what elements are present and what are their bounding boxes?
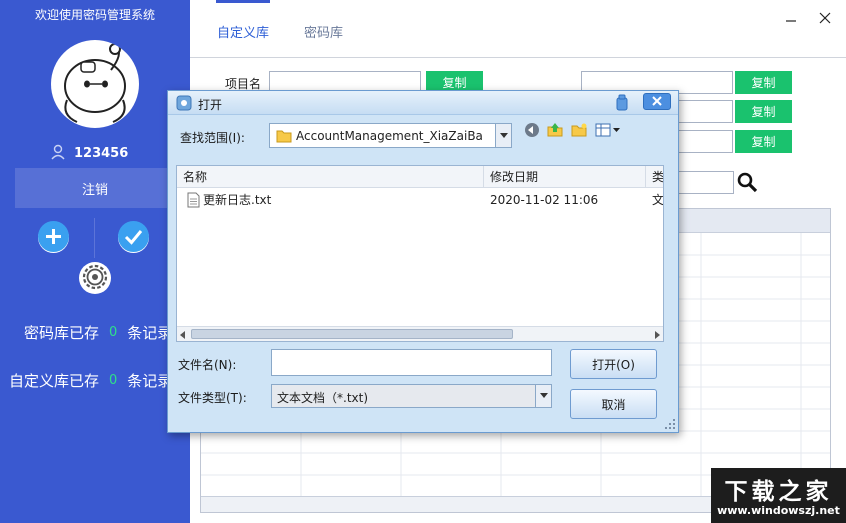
dialog-title: 打开 <box>198 98 223 112</box>
logout-button[interactable]: 注销 <box>15 168 175 208</box>
plus-icon <box>38 220 69 255</box>
filetype-select[interactable]: 文本文档（*.txt) <box>271 384 552 408</box>
sidebar-divider <box>94 218 95 258</box>
gear-icon <box>81 263 109 294</box>
column-header-type[interactable]: 类型 <box>646 166 663 188</box>
back-button[interactable] <box>523 122 541 140</box>
minimize-icon <box>785 12 797 27</box>
search-icon <box>736 172 758 196</box>
look-in-value: AccountManagement_XiaZaiBa <box>296 129 483 143</box>
robot-avatar-icon <box>51 40 139 128</box>
stat-count: 0 <box>109 372 118 388</box>
scroll-thumb[interactable] <box>191 329 513 339</box>
chevron-down-icon <box>495 124 511 147</box>
up-folder-button[interactable] <box>546 122 564 140</box>
search-button[interactable] <box>736 171 758 193</box>
watermark-title: 下载之家 <box>724 478 833 505</box>
active-tab-indicator <box>216 0 270 3</box>
check-icon <box>118 220 149 255</box>
file-row[interactable]: 更新日志.txt 2020-11-02 11:06 文本文档 <box>177 189 663 211</box>
sidebar: 欢迎使用密码管理系统 123456 注销 密码库已存 0 条记录 自定义库已存 … <box>0 0 190 523</box>
filename-input[interactable] <box>271 349 552 376</box>
stat-label: 密码库已存 <box>24 323 100 342</box>
confirm-button[interactable] <box>118 220 149 255</box>
copy-right-field-3-button[interactable]: 复制 <box>735 130 792 153</box>
close-window-button[interactable] <box>814 8 836 30</box>
dialog-help-icon[interactable] <box>614 94 630 115</box>
copy-right-field-1-button[interactable]: 复制 <box>735 71 792 94</box>
copy-right-field-2-button[interactable]: 复制 <box>735 100 792 123</box>
folder-icon <box>276 128 292 147</box>
top-bar: 自定义库 密码库 <box>190 0 846 58</box>
scroll-left-icon[interactable] <box>178 329 188 341</box>
column-header-modified[interactable]: 修改日期 <box>484 166 646 188</box>
new-folder-icon <box>571 122 587 141</box>
back-icon <box>524 122 540 141</box>
stat-unit: 条记录 <box>127 323 173 342</box>
up-folder-icon <box>547 122 563 141</box>
settings-button[interactable] <box>79 262 111 294</box>
file-modified: 2020-11-02 11:06 <box>490 193 599 207</box>
chevron-down-icon <box>535 385 551 407</box>
minimize-button[interactable] <box>780 8 802 30</box>
look-in-select[interactable]: AccountManagement_XiaZaiBa <box>269 123 512 148</box>
tab-custom-library[interactable]: 自定义库 <box>217 22 269 41</box>
resize-grip-icon[interactable] <box>664 418 676 433</box>
column-header-name[interactable]: 名称 <box>177 166 484 188</box>
dialog-title-bar: 打开 <box>168 91 678 115</box>
stat-label: 自定义库已存 <box>9 371 100 390</box>
file-name: 更新日志.txt <box>203 193 272 207</box>
watermark-url: www.windowszj.net <box>717 504 840 517</box>
dialog-close-button[interactable] <box>643 93 671 110</box>
dialog-app-icon <box>176 95 192 114</box>
username: 123456 <box>74 145 129 161</box>
file-type: 文本文档 <box>652 193 664 207</box>
add-button[interactable] <box>38 220 69 255</box>
file-list[interactable]: 名称 修改日期 类型 更新日志.txt 2020-11-02 11:06 文本文… <box>176 165 664 342</box>
view-menu-button[interactable] <box>595 122 623 140</box>
filetype-value: 文本文档（*.txt) <box>277 391 369 405</box>
user-icon <box>50 144 66 163</box>
text-file-icon <box>187 192 200 211</box>
view-menu-icon <box>595 122 623 141</box>
new-folder-button[interactable] <box>570 122 588 140</box>
stat-count: 0 <box>109 324 118 340</box>
app-title: 欢迎使用密码管理系统 <box>34 8 155 22</box>
file-list-header: 名称 修改日期 类型 <box>177 166 663 188</box>
filename-label: 文件名(N): <box>178 358 237 372</box>
open-button[interactable]: 打开(O) <box>570 349 657 379</box>
close-icon <box>819 12 831 27</box>
stat-password-library: 密码库已存 0 条记录 <box>24 320 172 344</box>
open-file-dialog: 打开 查找范围(I): AccountManagement_XiaZaiBa 名… <box>167 90 679 433</box>
close-icon <box>652 95 662 109</box>
cancel-button[interactable]: 取消 <box>570 389 657 419</box>
stat-custom-library: 自定义库已存 0 条记录 <box>9 368 172 392</box>
filetype-label: 文件类型(T): <box>178 391 247 405</box>
user-info: 123456 <box>50 144 128 162</box>
site-watermark: 下载之家 www.windowszj.net <box>711 468 846 523</box>
scroll-right-icon[interactable] <box>652 329 662 341</box>
tab-password-library[interactable]: 密码库 <box>304 22 343 41</box>
look-in-label: 查找范围(I): <box>180 131 245 145</box>
file-list-horizontal-scrollbar[interactable] <box>177 326 663 341</box>
stat-unit: 条记录 <box>127 371 173 390</box>
